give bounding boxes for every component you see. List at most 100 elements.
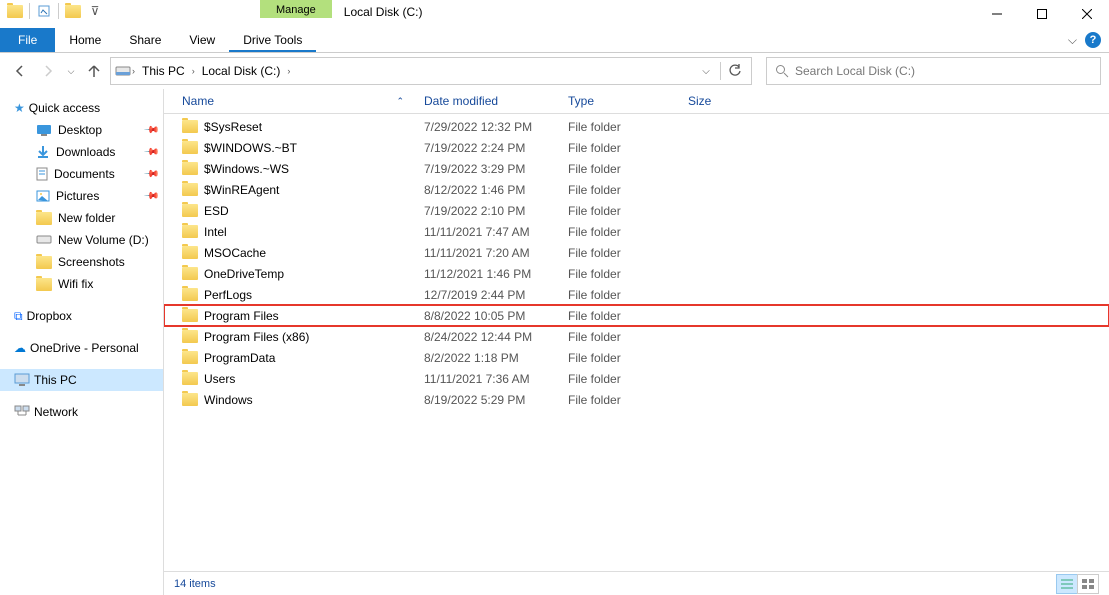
file-row[interactable]: MSOCache11/11/2021 7:20 AMFile folder — [164, 242, 1109, 263]
folder-icon — [182, 141, 198, 154]
file-type: File folder — [568, 246, 688, 260]
file-date: 11/12/2021 1:46 PM — [424, 267, 568, 281]
sidebar-this-pc[interactable]: This PC — [0, 369, 163, 391]
sidebar-wifi-fix[interactable]: Wifi fix — [0, 273, 163, 295]
sidebar-downloads[interactable]: Downloads📌 — [0, 141, 163, 163]
minimize-button[interactable] — [974, 0, 1019, 28]
file-row[interactable]: Program Files (x86)8/24/2022 12:44 PMFil… — [164, 326, 1109, 347]
forward-button[interactable] — [36, 59, 60, 83]
file-date: 11/11/2021 7:47 AM — [424, 225, 568, 239]
up-button[interactable] — [82, 59, 106, 83]
file-name: ESD — [204, 204, 229, 218]
file-row[interactable]: ESD 7/19/2022 2:10 PMFile folder — [164, 200, 1109, 221]
file-row[interactable]: $Windows.~WS7/19/2022 3:29 PMFile folder — [164, 158, 1109, 179]
sidebar-onedrive[interactable]: ☁OneDrive - Personal — [0, 337, 163, 359]
folder-icon — [36, 278, 52, 291]
sidebar-new-folder[interactable]: New folder — [0, 207, 163, 229]
file-name: Program Files — [204, 309, 279, 323]
home-tab[interactable]: Home — [55, 28, 115, 52]
chevron-right-icon[interactable]: › — [287, 66, 290, 76]
recent-dropdown[interactable]: ⌵ — [64, 59, 78, 83]
pc-icon — [14, 373, 30, 387]
column-type[interactable]: Type — [568, 94, 688, 108]
address-dropdown-icon[interactable]: ⌵ — [694, 59, 718, 83]
sidebar-dropbox[interactable]: ⧉Dropbox — [0, 305, 163, 327]
details-view-button[interactable] — [1056, 574, 1078, 594]
qat-dropdown-icon[interactable]: ⊽ — [86, 2, 104, 20]
explorer-icon — [6, 2, 24, 20]
navigation-pane: ★ Quick access Desktop📌 Downloads📌 Docum… — [0, 89, 164, 595]
quick-access-toolbar: ⊽ — [0, 0, 110, 22]
column-size[interactable]: Size — [688, 94, 768, 108]
folder-icon — [182, 351, 198, 364]
folder-icon — [182, 204, 198, 217]
folder-icon — [182, 225, 198, 238]
star-icon: ★ — [14, 101, 25, 115]
drive-icon — [115, 63, 131, 79]
drive-tools-tab[interactable]: Drive Tools — [229, 28, 316, 52]
file-date: 8/12/2022 1:46 PM — [424, 183, 568, 197]
file-row[interactable]: PerfLogs12/7/2019 2:44 PMFile folder — [164, 284, 1109, 305]
chevron-right-icon[interactable]: › — [192, 66, 195, 76]
sidebar-screenshots[interactable]: Screenshots — [0, 251, 163, 273]
back-button[interactable] — [8, 59, 32, 83]
refresh-button[interactable] — [723, 59, 747, 83]
file-row[interactable]: Windows8/19/2022 5:29 PMFile folder — [164, 389, 1109, 410]
folder-icon — [36, 256, 52, 269]
file-row[interactable]: OneDriveTemp11/12/2021 1:46 PMFile folde… — [164, 263, 1109, 284]
file-row[interactable]: Intel11/11/2021 7:47 AMFile folder — [164, 221, 1109, 242]
sidebar-desktop[interactable]: Desktop📌 — [0, 119, 163, 141]
search-placeholder: Search Local Disk (C:) — [795, 64, 915, 78]
sort-asc-icon: ⌃ — [396, 96, 404, 107]
expand-ribbon-icon[interactable]: ⌵ — [1068, 33, 1077, 48]
chevron-right-icon[interactable]: › — [132, 66, 135, 76]
breadcrumb-drive[interactable]: Local Disk (C:) — [196, 61, 287, 81]
file-date: 7/19/2022 3:29 PM — [424, 162, 568, 176]
folder-icon — [182, 183, 198, 196]
file-type: File folder — [568, 162, 688, 176]
file-row[interactable]: $WINDOWS.~BT7/19/2022 2:24 PMFile folder — [164, 137, 1109, 158]
file-type: File folder — [568, 120, 688, 134]
file-tab[interactable]: File — [0, 28, 55, 52]
file-row[interactable]: $SysReset7/29/2022 12:32 PMFile folder — [164, 116, 1109, 137]
status-bar: 14 items — [164, 571, 1109, 595]
downloads-icon — [36, 145, 50, 159]
file-row[interactable]: $WinREAgent8/12/2022 1:46 PMFile folder — [164, 179, 1109, 200]
file-row[interactable]: ProgramData8/2/2022 1:18 PMFile folder — [164, 347, 1109, 368]
file-type: File folder — [568, 204, 688, 218]
ribbon-tabs: File Home Share View Drive Tools ⌵ ? — [0, 28, 1109, 53]
properties-icon[interactable] — [35, 2, 53, 20]
view-tab[interactable]: View — [175, 28, 229, 52]
file-name: OneDriveTemp — [204, 267, 284, 281]
column-date[interactable]: Date modified — [424, 94, 568, 108]
pin-icon: 📌 — [142, 122, 159, 139]
sidebar-pictures[interactable]: Pictures📌 — [0, 185, 163, 207]
dropbox-icon: ⧉ — [14, 309, 23, 324]
sidebar-network[interactable]: Network — [0, 401, 163, 423]
pin-icon: 📌 — [142, 166, 159, 183]
file-date: 7/19/2022 2:10 PM — [424, 204, 568, 218]
window-title: Local Disk (C:) — [332, 0, 435, 24]
breadcrumb-this-pc[interactable]: This PC — [136, 61, 191, 81]
file-date: 8/2/2022 1:18 PM — [424, 351, 568, 365]
search-icon — [775, 64, 789, 78]
folder-icon — [182, 372, 198, 385]
share-tab[interactable]: Share — [115, 28, 175, 52]
close-button[interactable] — [1064, 0, 1109, 28]
file-row[interactable]: Program Files8/8/2022 10:05 PMFile folde… — [164, 305, 1109, 326]
search-box[interactable]: Search Local Disk (C:) — [766, 57, 1101, 85]
sidebar-new-volume[interactable]: New Volume (D:) — [0, 229, 163, 251]
maximize-button[interactable] — [1019, 0, 1064, 28]
large-icons-view-button[interactable] — [1077, 574, 1099, 594]
folder-icon — [182, 330, 198, 343]
help-icon[interactable]: ? — [1085, 32, 1101, 48]
column-name[interactable]: Name⌃ — [164, 94, 424, 108]
sidebar-documents[interactable]: Documents📌 — [0, 163, 163, 185]
address-bar[interactable]: › This PC › Local Disk (C:) › ⌵ — [110, 57, 752, 85]
manage-tab-header[interactable]: Manage — [260, 0, 332, 18]
column-headers: Name⌃ Date modified Type Size — [164, 89, 1109, 114]
quick-access-header[interactable]: ★ Quick access — [0, 97, 163, 119]
file-row[interactable]: Users11/11/2021 7:36 AMFile folder — [164, 368, 1109, 389]
file-name: ProgramData — [204, 351, 275, 365]
file-date: 8/8/2022 10:05 PM — [424, 309, 568, 323]
